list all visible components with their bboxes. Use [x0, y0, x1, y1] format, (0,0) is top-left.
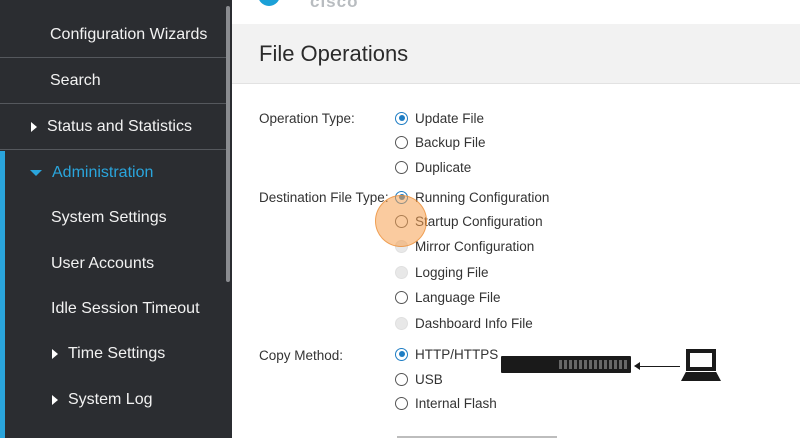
sidebar-scrollbar[interactable]	[226, 6, 230, 282]
radio-label: Language File	[415, 289, 501, 305]
click-highlight	[375, 195, 427, 247]
sidebar-item-configuration-wizards[interactable]: Configuration Wizards	[0, 12, 226, 58]
radio-usb[interactable]: USB	[395, 369, 443, 389]
sidebar-item-user-accounts[interactable]: User Accounts	[0, 241, 226, 287]
chevron-right-icon	[52, 395, 58, 405]
radio-update-file[interactable]: Update File	[395, 108, 484, 128]
sidebar-item-status-and-statistics[interactable]: Status and Statistics	[0, 104, 226, 150]
page-title-bar: File Operations	[232, 24, 800, 84]
sidebar-item-system-log[interactable]: System Log	[0, 377, 226, 423]
radio-internal-flash[interactable]: Internal Flash	[395, 393, 497, 413]
cisco-logo-icon	[258, 0, 280, 6]
radio-label: Running Configuration	[415, 189, 550, 205]
sidebar-item-idle-session-timeout[interactable]: Idle Session Timeout	[0, 286, 226, 332]
radio-button[interactable]	[395, 290, 408, 304]
sidebar-item-label: System Log	[68, 391, 153, 408]
radio-label: Startup Configuration	[415, 213, 543, 229]
sidebar-nav: Configuration Wizards Search Status and …	[0, 0, 232, 438]
active-section-indicator	[0, 151, 5, 438]
sidebar-item-label: User Accounts	[51, 255, 155, 272]
sidebar-item-time-settings[interactable]: Time Settings	[0, 331, 226, 377]
sidebar-item-label: Configuration Wizards	[50, 25, 208, 43]
laptop-base	[681, 372, 721, 381]
brand-logo-text: cisco	[310, 0, 359, 11]
radio-button[interactable]	[395, 265, 408, 279]
radio-button[interactable]	[395, 160, 408, 174]
radio-label: Update File	[415, 110, 485, 126]
chevron-right-icon	[52, 349, 58, 359]
sidebar-item-label: Status and Statistics	[47, 117, 192, 135]
sidebar-item-label: System Settings	[51, 209, 167, 226]
sidebar-item-administration[interactable]: Administration	[0, 150, 226, 196]
radio-label: Internal Flash	[415, 395, 497, 411]
sidebar-item-system-settings[interactable]: System Settings	[0, 195, 226, 241]
laptop-icon	[686, 349, 716, 371]
radio-label: Duplicate	[415, 159, 472, 175]
radio-logging-file[interactable]: Logging File	[395, 262, 489, 282]
radio-button[interactable]	[395, 135, 408, 149]
radio-language-file[interactable]: Language File	[395, 287, 501, 307]
copy-method-label: Copy Method:	[259, 348, 344, 363]
radio-button[interactable]	[395, 316, 408, 330]
sidebar-item-label: Time Settings	[68, 345, 166, 362]
radio-label: HTTP/HTTPS	[415, 346, 499, 362]
operation-type-label: Operation Type:	[259, 111, 355, 126]
radio-label: USB	[415, 371, 443, 387]
radio-label: Mirror Configuration	[415, 238, 535, 254]
radio-http-https[interactable]: HTTP/HTTPS	[395, 344, 498, 364]
radio-button[interactable]	[395, 396, 408, 410]
sidebar-item-label: Idle Session Timeout	[51, 300, 200, 317]
radio-button[interactable]	[395, 372, 408, 386]
radio-button[interactable]	[395, 347, 408, 361]
chevron-right-icon	[31, 121, 37, 132]
radio-dashboard-info-file[interactable]: Dashboard Info File	[395, 313, 533, 333]
sidebar-item-label: Search	[50, 71, 101, 89]
header-bar: cisco	[232, 0, 800, 24]
radio-duplicate[interactable]: Duplicate	[395, 157, 471, 177]
sidebar-item-search[interactable]: Search	[0, 58, 226, 104]
network-switch-icon	[501, 356, 631, 373]
page-title: File Operations	[259, 41, 409, 66]
radio-backup-file[interactable]: Backup File	[395, 132, 486, 152]
sidebar-item-label: Administration	[52, 164, 154, 181]
radio-label: Logging File	[415, 264, 489, 280]
chevron-down-icon	[30, 170, 42, 176]
arrow-line	[638, 366, 680, 367]
radio-button[interactable]	[395, 111, 408, 125]
radio-label: Dashboard Info File	[415, 315, 533, 331]
radio-label: Backup File	[415, 134, 486, 150]
destination-file-type-label: Destination File Type:	[259, 190, 389, 205]
